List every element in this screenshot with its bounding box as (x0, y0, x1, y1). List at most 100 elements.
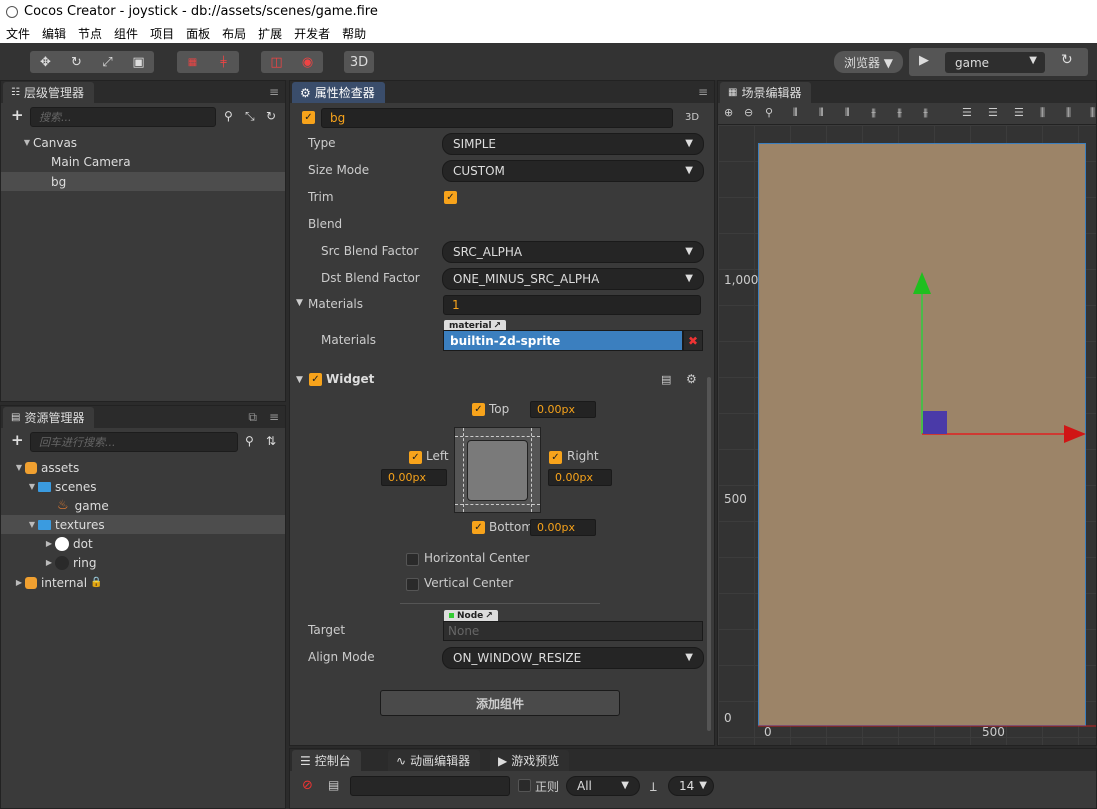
add-component-button[interactable]: 添加组件 (380, 690, 620, 716)
log-level-select[interactable]: All ▼ (566, 776, 640, 796)
widget-enable-checkbox[interactable]: ✓ (309, 373, 322, 386)
xy-handle[interactable] (923, 411, 947, 434)
transform-gizmo[interactable] (718, 125, 1096, 745)
panel-menu-icon[interactable]: ≡ (269, 85, 279, 99)
distribute-vcenter-icon[interactable]: ☰ (988, 106, 998, 119)
log-file-icon[interactable]: ▤ (328, 778, 339, 792)
align-mode-select[interactable]: ON_WINDOW_RESIZE ▼ (442, 647, 704, 669)
play-icon[interactable]: ▶ (919, 53, 929, 68)
expand-arrow-icon[interactable]: ▼ (26, 520, 38, 529)
distribute-left-icon[interactable]: ⫼ (1040, 106, 1045, 120)
global-space-icon[interactable]: ◉ (292, 51, 323, 73)
menu-extension[interactable]: 扩展 (252, 25, 288, 42)
font-size-select[interactable]: 14 ▼ (668, 776, 714, 796)
tab-game-preview[interactable]: ▶ 游戏预览 (490, 750, 570, 771)
expand-arrow-icon[interactable]: ▶ (13, 578, 25, 587)
tree-node-main-camera[interactable]: Main Camera (1, 152, 285, 171)
panel-menu-icon[interactable]: ≡ (269, 410, 279, 424)
expand-arrow-icon[interactable]: ▼ (21, 138, 33, 147)
zoom-in-icon[interactable]: ⊕ (724, 106, 733, 119)
tab-hierarchy[interactable]: ☷ 层级管理器 (3, 82, 94, 103)
menu-panel[interactable]: 面板 (180, 25, 216, 42)
horizontal-center-checkbox[interactable] (406, 553, 419, 566)
dst-blend-select[interactable]: ONE_MINUS_SRC_ALPHA ▼ (442, 268, 704, 290)
tab-scene[interactable]: ▦ 场景编辑器 (720, 82, 812, 103)
tab-animation[interactable]: ∿ 动画编辑器 (388, 750, 481, 771)
local-space-icon[interactable]: ◫ (261, 51, 292, 73)
expand-arrow-icon[interactable]: ▼ (26, 482, 38, 491)
asset-internal[interactable]: ▶ internal 🔒 (1, 573, 285, 592)
center-icon[interactable]: ╪ (208, 51, 239, 73)
top-input[interactable]: 0.00px (530, 401, 596, 418)
distribute-hcenter-icon[interactable]: ⫼ (1066, 106, 1071, 120)
regex-checkbox[interactable] (518, 779, 531, 792)
add-node-button[interactable]: + (11, 106, 24, 124)
material-asset-field[interactable]: builtin-2d-sprite (443, 330, 683, 351)
right-input[interactable]: 0.00px (548, 469, 612, 486)
popout-icon[interactable]: ⧉ (248, 410, 257, 425)
zoom-out-icon[interactable]: ⊖ (744, 106, 753, 119)
menu-node[interactable]: 节点 (72, 25, 108, 42)
asset-scenes[interactable]: ▼ scenes (1, 477, 285, 496)
scene-viewport[interactable]: 1,000 500 0 0 500 (718, 125, 1096, 745)
distribute-bottom-icon[interactable]: ☰ (1014, 106, 1024, 119)
src-blend-select[interactable]: SRC_ALPHA ▼ (442, 241, 704, 263)
type-select[interactable]: SIMPLE ▼ (442, 133, 704, 155)
move-tool-icon[interactable]: ✥ (30, 51, 61, 73)
console-filter-input[interactable] (350, 776, 510, 796)
bottom-input[interactable]: 0.00px (530, 519, 596, 536)
refresh-icon[interactable]: ↻ (266, 109, 276, 123)
distribute-right-icon[interactable]: ⫼ (1090, 106, 1095, 120)
panel-menu-icon[interactable]: ≡ (698, 85, 708, 99)
tab-inspector[interactable]: ⚙ 属性检查器 (292, 82, 385, 103)
tab-console[interactable]: ☰ 控制台 (292, 750, 361, 771)
search-icon[interactable]: ⚲ (224, 109, 233, 123)
align-hcenter-icon[interactable]: ⫴ (819, 106, 824, 120)
left-input[interactable]: 0.00px (381, 469, 447, 486)
scale-tool-icon[interactable]: ⤢ (92, 51, 123, 73)
size-mode-select[interactable]: CUSTOM ▼ (442, 160, 704, 182)
scene-select[interactable]: game ▼ (945, 52, 1045, 73)
align-right-icon[interactable]: ⫴ (845, 106, 850, 120)
expand-arrow-icon[interactable]: ▼ (296, 375, 303, 385)
expand-arrow-icon[interactable]: ▼ (296, 298, 303, 308)
zoom-reset-icon[interactable]: ⚲ (765, 106, 773, 119)
menu-edit[interactable]: 编辑 (36, 25, 72, 42)
bottom-checkbox[interactable]: ✓ (472, 521, 485, 534)
target-node-field[interactable]: None (443, 621, 703, 641)
help-book-icon[interactable]: ▤ (661, 373, 671, 386)
x-axis-arrow[interactable] (1064, 425, 1086, 443)
trim-checkbox[interactable]: ✓ (444, 191, 457, 204)
refresh-icon[interactable]: ↻ (1061, 52, 1073, 68)
right-checkbox[interactable]: ✓ (549, 451, 562, 464)
asset-ring[interactable]: ▶ ring (1, 553, 285, 572)
remove-icon[interactable]: ✖ (683, 330, 703, 351)
menu-developer[interactable]: 开发者 (288, 25, 336, 42)
align-left-icon[interactable]: ⫴ (793, 106, 798, 120)
tree-node-canvas[interactable]: ▼ Canvas (1, 133, 285, 152)
rect-tool-icon[interactable]: ▣ (123, 51, 154, 73)
vertical-center-checkbox[interactable] (406, 578, 419, 591)
materials-count-input[interactable]: 1 (443, 295, 701, 315)
sort-icon[interactable]: ⇅ (266, 434, 276, 448)
asset-textures[interactable]: ▼ textures (1, 515, 285, 534)
collapse-icon[interactable]: ⤡ (245, 109, 255, 124)
badge-3d[interactable]: 3D (685, 112, 699, 123)
tab-assets[interactable]: ▤ 资源管理器 (3, 407, 95, 428)
tree-node-bg[interactable]: bg (1, 172, 285, 191)
clear-console-icon[interactable]: ⊘ (302, 778, 313, 793)
browser-button[interactable]: 浏览器 ▼ (834, 51, 903, 73)
node-active-checkbox[interactable]: ✓ (302, 111, 315, 124)
menu-file[interactable]: 文件 (0, 25, 36, 42)
mode-3d-button[interactable]: 3D (344, 51, 374, 73)
menu-project[interactable]: 项目 (144, 25, 180, 42)
menu-help[interactable]: 帮助 (336, 25, 372, 42)
align-bottom-icon[interactable]: ⫵ (923, 106, 928, 120)
top-checkbox[interactable]: ✓ (472, 403, 485, 416)
inspector-scrollbar[interactable] (707, 377, 711, 731)
align-top-icon[interactable]: ⫵ (871, 106, 876, 120)
gear-icon[interactable]: ⚙ (686, 372, 697, 386)
pivot-icon[interactable]: ▦ (177, 51, 208, 73)
assets-search-input[interactable]: 回车进行搜索... (30, 432, 238, 452)
expand-arrow-icon[interactable]: ▶ (43, 558, 55, 567)
